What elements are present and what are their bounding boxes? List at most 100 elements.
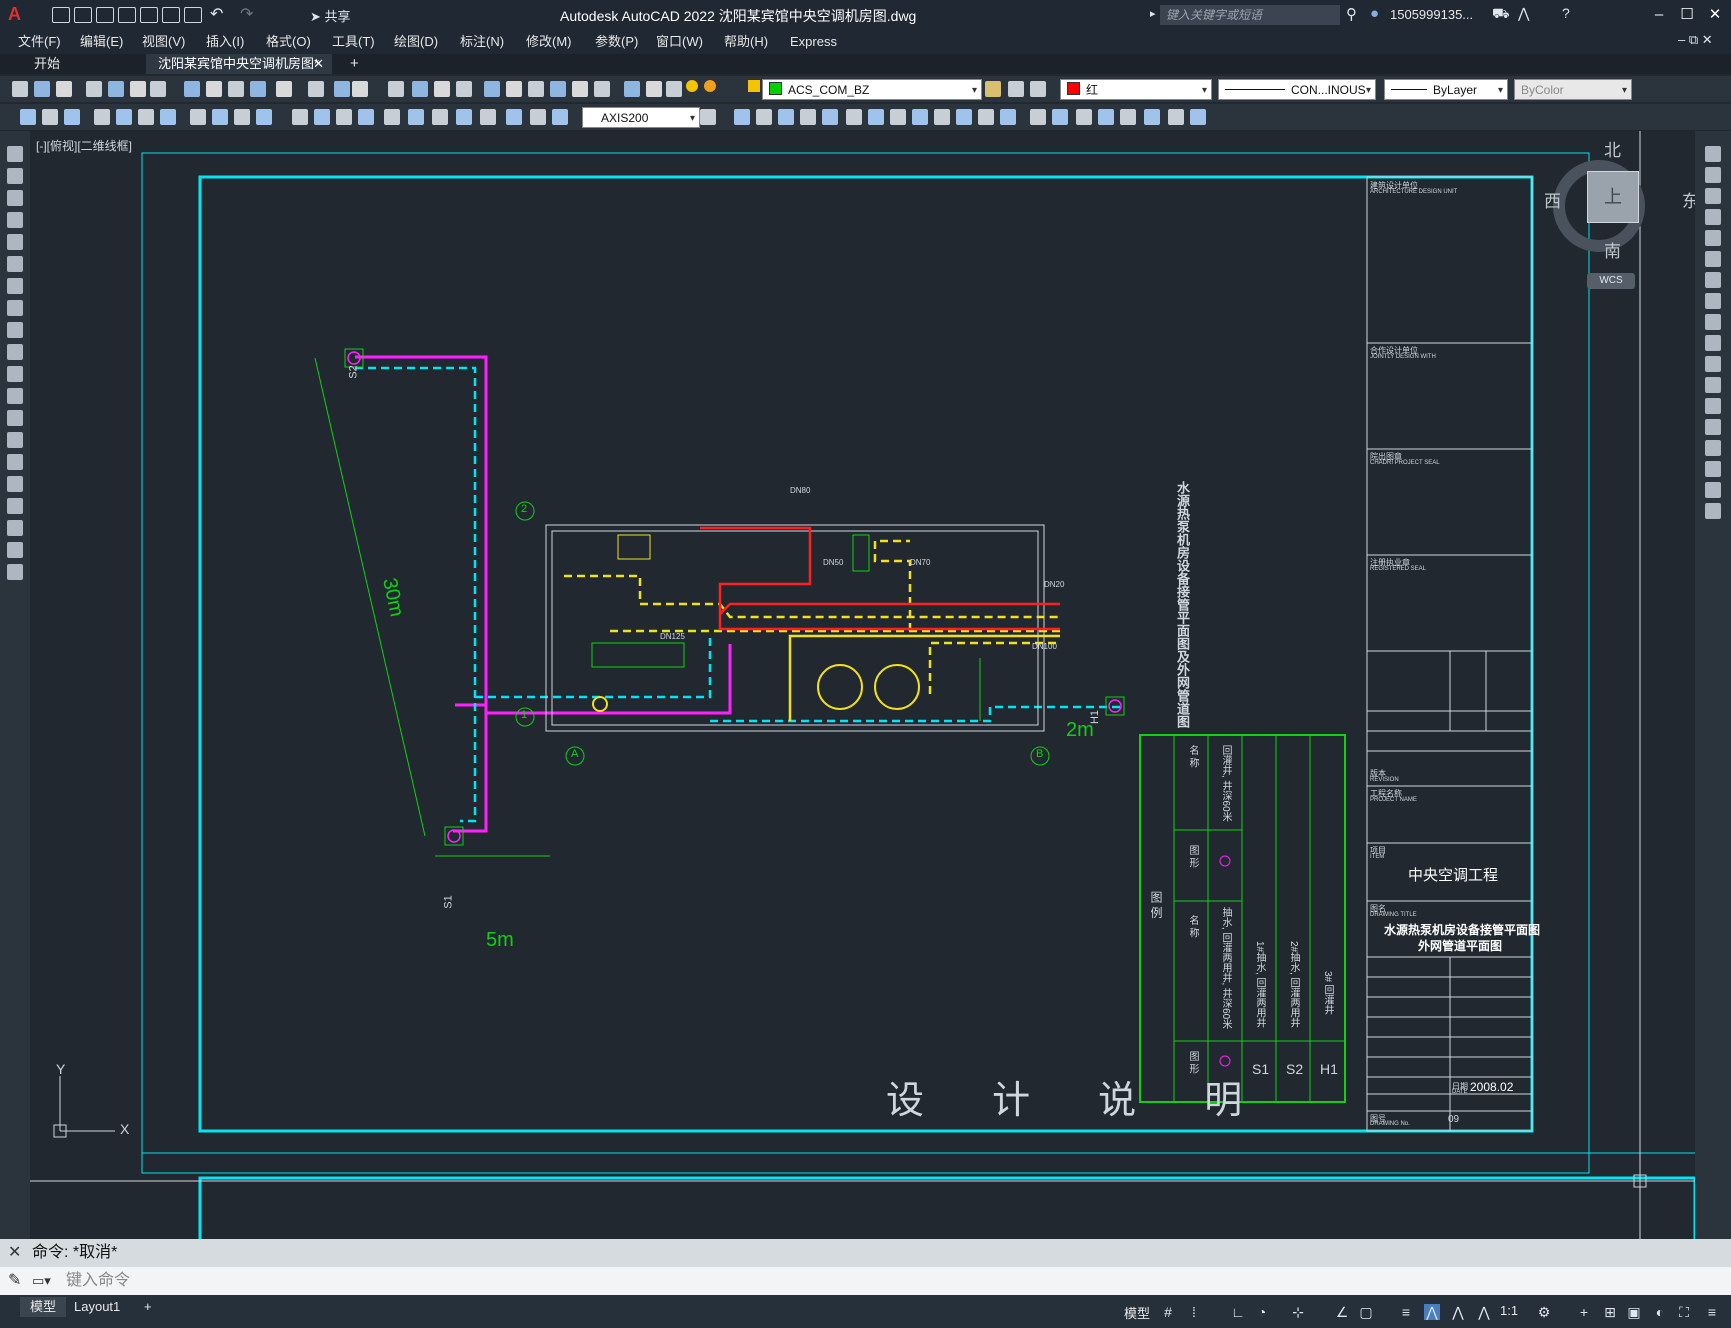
dimension-tool-icon[interactable]	[1098, 109, 1114, 125]
dimension-tool-icon[interactable]	[890, 109, 906, 125]
standard-tool-icon[interactable]	[506, 81, 522, 97]
share-button[interactable]: ➤ 共享	[310, 6, 351, 25]
dimension-tool-icon[interactable]	[456, 109, 472, 125]
command-input[interactable]: ✎ ▭▾ 键入命令	[0, 1267, 1731, 1295]
menu-help[interactable]: 帮助(H)	[724, 30, 768, 54]
dimension-tool-icon[interactable]	[116, 109, 132, 125]
modify-tool-icon[interactable]	[1705, 293, 1721, 309]
standard-tool-icon[interactable]	[388, 81, 404, 97]
dimension-tool-icon[interactable]	[506, 109, 522, 125]
dimension-tool-icon[interactable]	[1190, 109, 1206, 125]
clean-screen-icon[interactable]: ⛶	[1676, 1304, 1692, 1320]
autocad-logo-icon[interactable]: A	[8, 4, 21, 25]
draw-tool-icon[interactable]	[7, 388, 23, 404]
save-as-icon[interactable]	[118, 7, 136, 23]
standard-tool-icon[interactable]	[250, 81, 266, 97]
osnap-icon[interactable]: ∠	[1334, 1304, 1350, 1320]
draw-tool-icon[interactable]	[7, 498, 23, 514]
menu-insert[interactable]: 插入(I)	[206, 30, 244, 54]
isodraft-icon[interactable]: ⊹	[1290, 1304, 1306, 1320]
menu-format[interactable]: 格式(O)	[266, 30, 311, 54]
modify-tool-icon[interactable]	[1705, 440, 1721, 456]
standard-tool-icon[interactable]	[334, 81, 350, 97]
layer-properties-icon[interactable]	[985, 81, 1001, 97]
dimension-tool-icon[interactable]	[912, 109, 928, 125]
save-web-icon[interactable]	[162, 7, 180, 23]
minimize-button[interactable]: –	[1646, 4, 1672, 26]
cmd-close-icon[interactable]: ✕	[8, 1239, 21, 1267]
maximize-button[interactable]: ☐	[1674, 4, 1700, 26]
open-web-icon[interactable]	[140, 7, 158, 23]
dimension-tool-icon[interactable]	[530, 109, 546, 125]
draw-tool-icon[interactable]	[7, 300, 23, 316]
dimension-tool-icon[interactable]	[336, 109, 352, 125]
new-tab-button[interactable]: +	[350, 55, 359, 72]
modify-tool-icon[interactable]	[1705, 188, 1721, 204]
standard-tool-icon[interactable]	[34, 81, 50, 97]
save-icon[interactable]	[96, 7, 114, 23]
draw-tool-icon[interactable]	[7, 190, 23, 206]
modify-tool-icon[interactable]	[1705, 335, 1721, 351]
model-space-button[interactable]: 模型	[1124, 1303, 1150, 1322]
help-icon[interactable]: ?	[1562, 5, 1570, 21]
standard-tool-icon[interactable]	[206, 81, 222, 97]
standard-tool-icon[interactable]	[56, 81, 72, 97]
tab-layout1[interactable]: Layout1	[64, 1297, 130, 1317]
viewcube-south[interactable]: 南	[1604, 237, 1621, 262]
dimension-tool-icon[interactable]	[234, 109, 250, 125]
dimension-tool-icon[interactable]	[432, 109, 448, 125]
wcs-menu[interactable]: WCS	[1587, 273, 1635, 289]
draw-tool-icon[interactable]	[7, 432, 23, 448]
doc-window-controls[interactable]: – ⧉ ✕	[1678, 32, 1713, 48]
autodesk-app-icon[interactable]: ⋀	[1518, 5, 1529, 22]
dimension-tool-icon[interactable]	[64, 109, 80, 125]
isolate-objects-icon[interactable]: ◐	[1652, 1304, 1668, 1320]
standard-tool-icon[interactable]	[86, 81, 102, 97]
dimension-tool-icon[interactable]	[1120, 109, 1136, 125]
modify-tool-icon[interactable]	[1705, 167, 1721, 183]
snap-icon[interactable]: ⁞	[1186, 1304, 1202, 1320]
dimension-tool-icon[interactable]	[480, 109, 496, 125]
dimension-tool-icon[interactable]	[978, 109, 994, 125]
standard-tool-icon[interactable]	[228, 81, 244, 97]
standard-tool-icon[interactable]	[550, 81, 566, 97]
dimension-tool-icon[interactable]	[800, 109, 816, 125]
viewcube-face[interactable]: 上	[1587, 171, 1639, 223]
modify-tool-icon[interactable]	[1705, 377, 1721, 393]
standard-tool-icon[interactable]	[646, 81, 662, 97]
user-name[interactable]: 1505999135...	[1390, 7, 1473, 22]
dimension-tool-icon[interactable]	[256, 109, 272, 125]
draw-tool-icon[interactable]	[7, 256, 23, 272]
modify-tool-icon[interactable]	[1705, 251, 1721, 267]
dimension-tool-icon[interactable]	[552, 109, 568, 125]
layer-iso-icon[interactable]	[1030, 81, 1046, 97]
cmd-recent-icon[interactable]: ▭▾	[32, 1267, 51, 1295]
dimension-tool-icon[interactable]	[314, 109, 330, 125]
quick-properties-icon[interactable]: ▣	[1626, 1304, 1642, 1320]
redo-icon[interactable]: ↷	[240, 4, 253, 24]
plotstyle-combo[interactable]: ByColor ▾	[1514, 79, 1632, 100]
modify-tool-icon[interactable]	[1705, 209, 1721, 225]
standard-tool-icon[interactable]	[108, 81, 124, 97]
draw-tool-icon[interactable]	[7, 168, 23, 184]
menu-window[interactable]: 窗口(W)	[656, 30, 703, 54]
dimension-tool-icon[interactable]	[138, 109, 154, 125]
tab-model[interactable]: 模型	[20, 1297, 67, 1317]
open-file-icon[interactable]	[74, 7, 92, 23]
viewcube-east[interactable]: 东	[1682, 187, 1695, 212]
standard-tool-icon[interactable]	[412, 81, 428, 97]
menu-tools[interactable]: 工具(T)	[332, 30, 375, 54]
modify-tool-icon[interactable]	[1705, 356, 1721, 372]
dimension-tool-icon[interactable]	[756, 109, 772, 125]
menu-parametric[interactable]: 参数(P)	[595, 30, 638, 54]
menu-edit[interactable]: 编辑(E)	[80, 30, 123, 54]
draw-tool-icon[interactable]	[7, 234, 23, 250]
customization-icon[interactable]: ≡	[1704, 1304, 1720, 1320]
tab-drawing[interactable]: 沈阳某宾馆中央空调机房图* ✕	[146, 54, 332, 74]
dimension-tool-icon[interactable]	[1076, 109, 1092, 125]
dimension-tool-icon[interactable]	[956, 109, 972, 125]
layer-thaw-icon[interactable]	[704, 80, 716, 92]
tab-start[interactable]: 开始	[22, 54, 142, 74]
user-icon[interactable]: ●	[1370, 5, 1379, 22]
dimension-tool-icon[interactable]	[822, 109, 838, 125]
